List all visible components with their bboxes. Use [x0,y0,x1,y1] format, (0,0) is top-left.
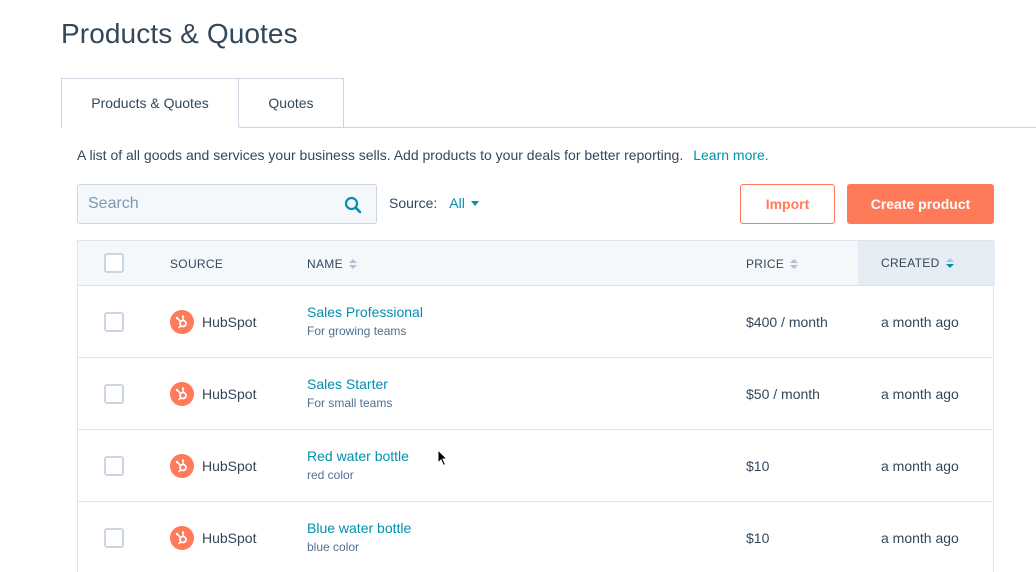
tab-bar: Products & Quotes Quotes [61,78,344,128]
tab-products-quotes[interactable]: Products & Quotes [61,78,239,128]
price-cell: $10 [746,530,770,546]
row-checkbox[interactable] [104,528,124,548]
page-title: Products & Quotes [61,18,298,49]
header-created-label: CREATED [881,256,940,270]
description-text: A list of all goods and services your bu… [77,147,684,163]
product-name-link[interactable]: Sales Starter [307,376,392,392]
source-label: HubSpot [202,386,257,402]
hubspot-logo-icon [170,310,194,334]
source-cell: HubSpot [170,310,256,334]
table-row: HubSpot Blue water bottle blue color $10… [78,502,993,572]
table-row: HubSpot Sales Starter For small teams $5… [78,358,993,430]
source-filter: Source: All [389,195,479,211]
page-description: A list of all goods and services your bu… [77,147,769,163]
products-table: SOURCE NAME PRICE CREATED HubSpot Sales … [77,240,995,572]
search-input[interactable] [78,195,328,213]
table-header: SOURCE NAME PRICE CREATED [78,241,995,286]
hubspot-logo-icon [170,526,194,550]
header-price-label: PRICE [746,257,785,271]
chevron-down-icon [470,200,479,206]
mouse-pointer-icon [437,449,449,467]
header-price[interactable]: PRICE [746,257,799,271]
source-label: HubSpot [202,458,257,474]
name-cell: Sales Professional For growing teams [307,304,423,338]
price-cell: $50 / month [746,386,820,402]
hubspot-logo-icon [170,454,194,478]
row-checkbox[interactable] [104,456,124,476]
import-button[interactable]: Import [740,184,835,224]
product-description: For growing teams [307,324,407,338]
header-created[interactable]: CREATED [858,241,995,285]
table-row: HubSpot Red water bottle red color $10 a… [78,430,993,502]
select-all-checkbox[interactable] [104,253,124,273]
product-description: blue color [307,540,360,554]
price-cell: $10 [746,458,770,474]
source-cell: HubSpot [170,526,256,550]
source-label: HubSpot [202,530,257,546]
sort-desc-icon [945,258,954,268]
created-cell: a month ago [881,386,959,402]
product-name-link[interactable]: Red water bottle [307,448,409,464]
created-cell: a month ago [881,314,959,330]
source-filter-dropdown[interactable]: All [449,195,479,211]
product-name-link[interactable]: Blue water bottle [307,520,411,536]
row-checkbox[interactable] [104,312,124,332]
learn-more-link[interactable]: Learn more. [693,147,768,163]
source-label: HubSpot [202,314,257,330]
sort-icon [348,259,357,269]
created-cell: a month ago [881,458,959,474]
source-filter-label: Source: [389,195,438,211]
product-name-link[interactable]: Sales Professional [307,304,423,320]
row-checkbox[interactable] [104,384,124,404]
hubspot-logo-icon [170,382,194,406]
sort-icon [790,259,799,269]
header-source: SOURCE [170,257,224,271]
product-description: For small teams [307,396,393,410]
product-description: red color [307,468,354,482]
search-icon[interactable] [344,196,362,214]
search-box [77,184,377,224]
source-filter-value: All [449,195,465,211]
price-cell: $400 / month [746,314,828,330]
table-row: HubSpot Sales Professional For growing t… [78,286,993,358]
name-cell: Sales Starter For small teams [307,376,392,410]
tab-quotes[interactable]: Quotes [239,78,344,128]
created-cell: a month ago [881,530,959,546]
header-name-label: NAME [307,257,343,271]
source-cell: HubSpot [170,382,256,406]
create-product-button[interactable]: Create product [847,184,994,224]
header-name[interactable]: NAME [307,257,357,271]
source-cell: HubSpot [170,454,256,478]
name-cell: Red water bottle red color [307,448,409,482]
name-cell: Blue water bottle blue color [307,520,411,554]
